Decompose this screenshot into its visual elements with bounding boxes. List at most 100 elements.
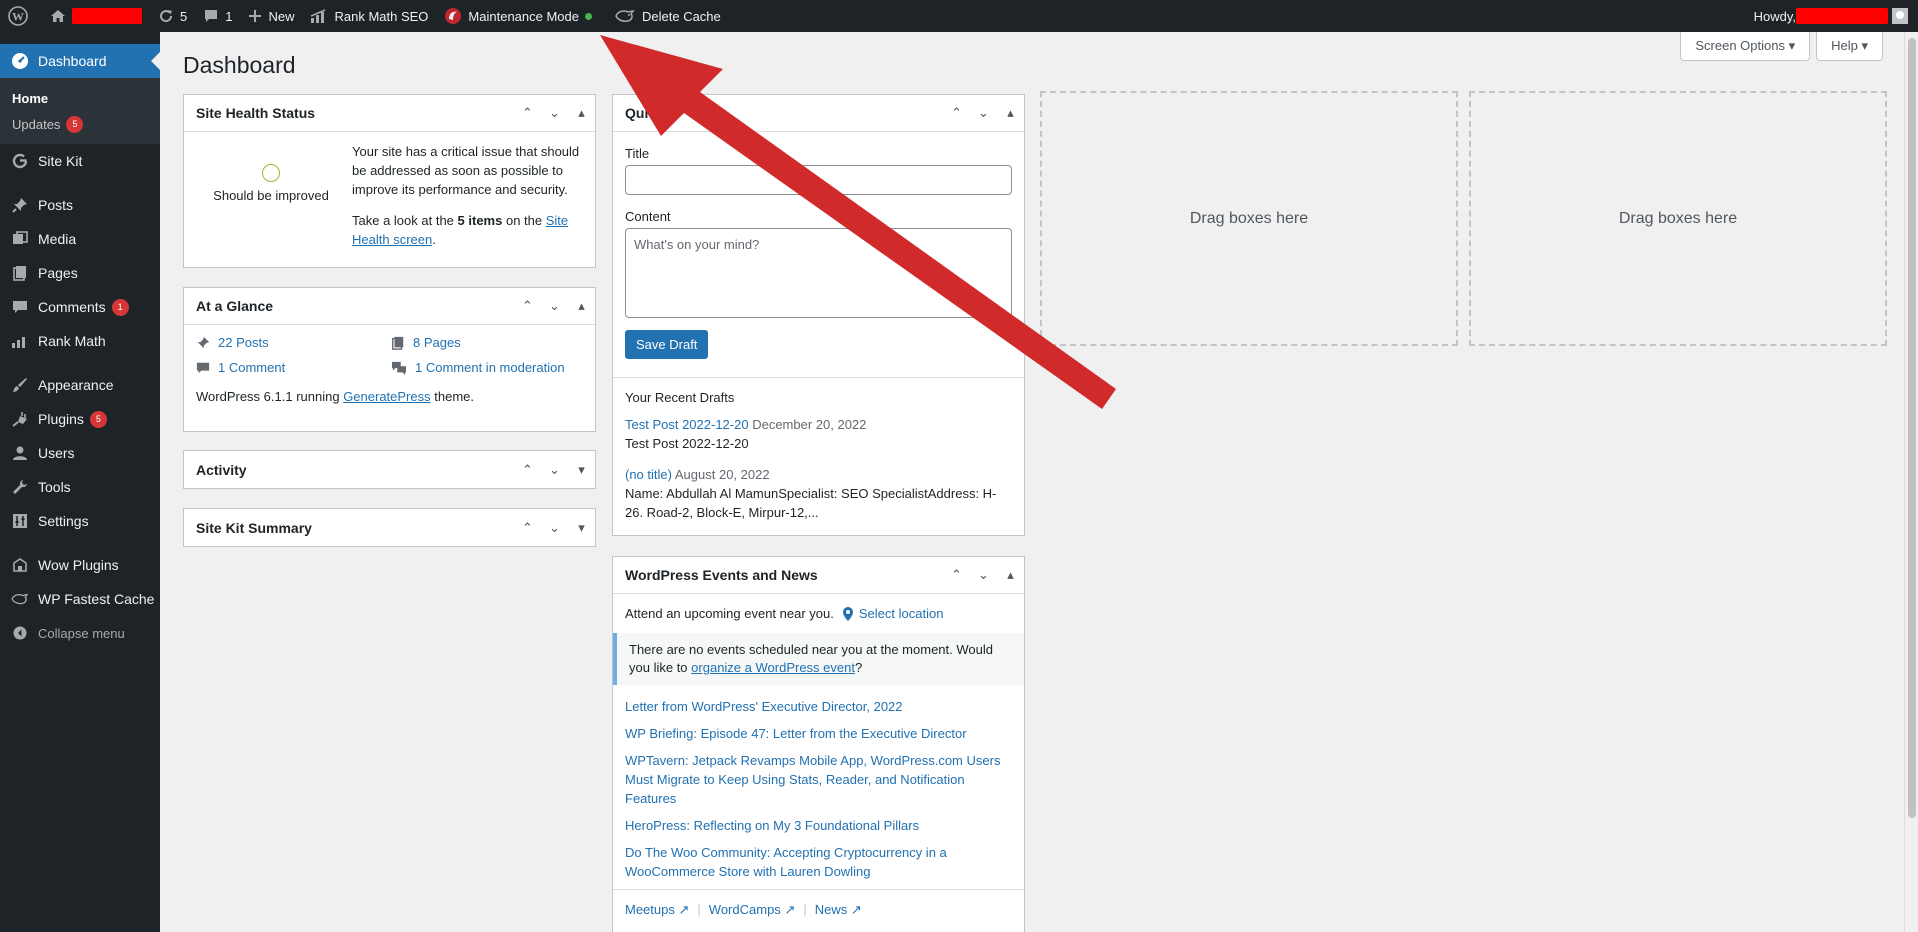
external-link-icon: ↗ (784, 902, 796, 917)
widget-body: Title Content What's on your mind? Save … (613, 132, 1024, 369)
submenu-updates-label: Updates (12, 117, 61, 132)
glance-footer-text: WordPress 6.1.1 running (196, 389, 340, 404)
drop-zone-column-3[interactable]: Drag boxes here (1040, 91, 1458, 346)
menu-item-plugins[interactable]: Plugins 5 (0, 402, 160, 436)
draft-link[interactable]: Test Post 2022-12-20 (625, 417, 749, 432)
submenu-home-label: Home (12, 91, 49, 106)
menu-item-rank-math[interactable]: Rank Math (0, 324, 160, 358)
widget-header[interactable]: Site Kit Summary ⌃ ⌄ ▾ (184, 509, 595, 546)
glance-moderation[interactable]: 1 Comment in moderation (391, 360, 586, 375)
rank-math-seo-button[interactable]: Rank Math SEO (302, 0, 436, 32)
health-text: Your site has a critical issue that shou… (346, 142, 583, 249)
menu-item-wow-plugins[interactable]: Wow Plugins (0, 548, 160, 582)
menu-item-appearance[interactable]: Appearance (0, 368, 160, 402)
move-up-icon[interactable]: ⌃ (514, 105, 541, 121)
glance-comments[interactable]: 1 Comment (196, 360, 391, 375)
menu-item-site-kit[interactable]: Site Kit (0, 144, 160, 178)
save-draft-button[interactable]: Save Draft (625, 330, 709, 359)
news-link[interactable]: Letter from WordPress' Executive Directo… (625, 697, 1012, 716)
recent-drafts: Your Recent Drafts Test Post 2022-12-20 … (613, 377, 1024, 534)
updates-button[interactable]: 5 (150, 0, 195, 32)
drop-zone-column-4[interactable]: Drag boxes here (1469, 91, 1887, 346)
move-down-icon[interactable]: ⌄ (541, 298, 568, 314)
scrollbar-thumb[interactable] (1908, 38, 1916, 818)
move-down-icon[interactable]: ⌄ (970, 567, 997, 583)
comments-button[interactable]: 1 (195, 0, 240, 32)
maintenance-mode-button[interactable]: Maintenance Mode (436, 0, 600, 32)
menu-label: WP Fastest Cache (38, 591, 155, 607)
new-label: New (268, 8, 295, 24)
menu-item-settings[interactable]: Settings (0, 504, 160, 538)
draft-date: August 20, 2022 (674, 467, 770, 482)
move-up-icon[interactable]: ⌃ (943, 567, 970, 583)
news-link[interactable]: Do The Woo Community: Accepting Cryptocu… (625, 843, 1012, 881)
draft-link[interactable]: (no title) (625, 467, 672, 482)
meetups-link[interactable]: Meetups ↗ (625, 902, 689, 918)
menu-item-users[interactable]: Users (0, 436, 160, 470)
menu-item-wp-fastest-cache[interactable]: WP Fastest Cache (0, 582, 160, 616)
wordcamps-link[interactable]: WordCamps ↗ (709, 902, 796, 918)
toggle-panel-icon[interactable]: ▴ (568, 298, 595, 314)
news-link[interactable]: WPTavern: Jetpack Revamps Mobile App, Wo… (625, 751, 1012, 808)
events-news-widget: WordPress Events and News ⌃ ⌄ ▴ Attend a… (612, 556, 1025, 932)
menu-item-posts[interactable]: Posts (0, 188, 160, 222)
draft-date: December 20, 2022 (752, 417, 867, 432)
page-scrollbar[interactable] (1904, 32, 1918, 932)
screen-options-button[interactable]: Screen Options ▾ (1680, 32, 1811, 61)
wordpress-logo-icon: W (8, 6, 28, 26)
updates-count: 5 (180, 8, 188, 24)
select-location-button[interactable]: Select location (842, 606, 943, 621)
move-up-icon[interactable]: ⌃ (514, 298, 541, 314)
move-up-icon[interactable]: ⌃ (943, 105, 970, 121)
toggle-panel-icon[interactable]: ▾ (568, 520, 595, 536)
glance-moderation-label: 1 Comment in moderation (415, 360, 565, 375)
site-name-button[interactable] (42, 0, 150, 32)
submenu-updates[interactable]: Updates 5 (0, 111, 160, 138)
news-link[interactable]: WP Briefing: Episode 47: Letter from the… (625, 724, 1012, 743)
menu-item-comments[interactable]: Comments 1 (0, 290, 160, 324)
pages-icon (391, 336, 405, 350)
help-button[interactable]: Help ▾ (1816, 32, 1883, 61)
move-down-icon[interactable]: ⌄ (541, 105, 568, 121)
toggle-panel-icon[interactable]: ▾ (568, 462, 595, 478)
menu-item-dashboard[interactable]: Dashboard (0, 44, 160, 78)
submenu-home[interactable]: Home (0, 86, 160, 111)
collapse-menu-button[interactable]: Collapse menu (0, 616, 160, 650)
toggle-panel-icon[interactable]: ▴ (568, 105, 595, 121)
widget-header[interactable]: Activity ⌃ ⌄ ▾ (184, 451, 595, 488)
rank-math-icon (310, 9, 328, 23)
theme-link[interactable]: GeneratePress (343, 389, 430, 404)
my-account[interactable]: Howdy, (1754, 8, 1918, 24)
delete-cache-button[interactable]: Delete Cache (606, 0, 729, 32)
toggle-panel-icon[interactable]: ▴ (997, 105, 1024, 121)
news-link[interactable]: HeroPress: Reflecting on My 3 Foundation… (625, 816, 1012, 835)
menu-item-tools[interactable]: Tools (0, 470, 160, 504)
glance-posts[interactable]: 22 Posts (196, 335, 391, 350)
wordpress-logo-button[interactable]: W (0, 0, 42, 32)
attend-text: Attend an upcoming event near you. (625, 606, 834, 621)
menu-label-dashboard: Dashboard (38, 53, 107, 69)
news-footer-link[interactable]: News ↗ (815, 902, 862, 918)
draft-content-textarea[interactable]: What's on your mind? (625, 228, 1012, 318)
draft-title-input[interactable] (625, 165, 1012, 195)
glance-pages[interactable]: 8 Pages (391, 335, 586, 350)
move-up-icon[interactable]: ⌃ (514, 462, 541, 478)
comment-icon (196, 361, 210, 375)
no-events-notice: There are no events scheduled near you a… (613, 633, 1024, 685)
move-down-icon[interactable]: ⌄ (541, 462, 568, 478)
organize-event-link[interactable]: organize a WordPress event (691, 660, 855, 675)
widget-title: At a Glance (196, 298, 274, 314)
menu-item-media[interactable]: Media (0, 222, 160, 256)
move-down-icon[interactable]: ⌄ (970, 105, 997, 121)
collapse-menu-label: Collapse menu (38, 625, 125, 641)
move-up-icon[interactable]: ⌃ (514, 520, 541, 536)
move-down-icon[interactable]: ⌄ (541, 520, 568, 536)
menu-item-pages[interactable]: Pages (0, 256, 160, 290)
svg-text:W: W (12, 10, 24, 24)
new-content-button[interactable]: New (240, 0, 302, 32)
screen-meta-links: Screen Options ▾ Help ▾ (1680, 32, 1883, 61)
menu-label: Site Kit (38, 153, 83, 169)
widget-handle-actions: ⌃ ⌄ ▴ (514, 105, 595, 121)
toggle-panel-icon[interactable]: ▴ (997, 567, 1024, 583)
menu-label: Media (38, 231, 77, 247)
